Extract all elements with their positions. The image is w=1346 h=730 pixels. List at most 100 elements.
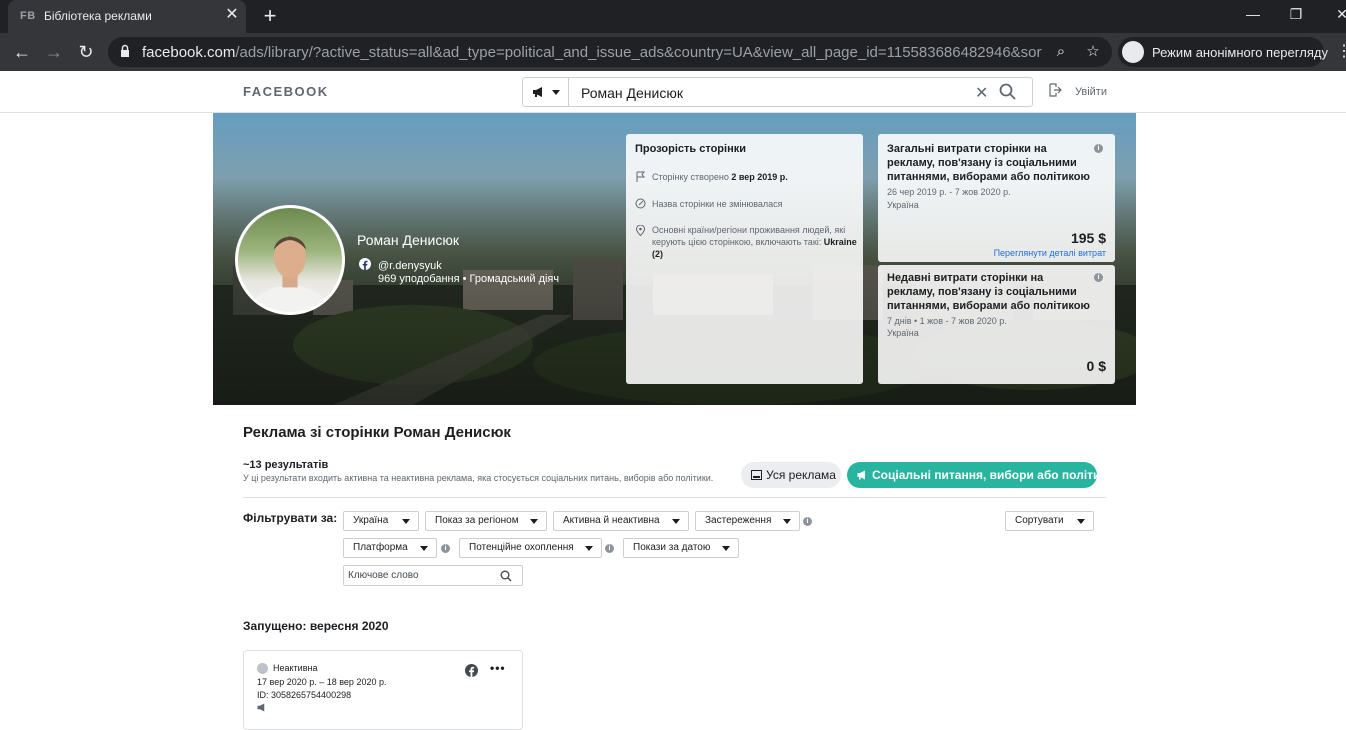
- info-icon[interactable]: i: [1094, 144, 1103, 153]
- ad-status: Неактивна: [273, 663, 318, 673]
- recent-spend-period: 7 днів • 1 жов - 7 жов 2020 р.: [887, 316, 1007, 326]
- new-tab-icon[interactable]: +: [260, 5, 280, 27]
- page-transparency-card: Прозорість сторінки Сторінку створено 2 …: [626, 134, 863, 384]
- region-dropdown[interactable]: Показ за регіоном: [425, 511, 547, 531]
- incognito-label: Режим анонімного перегляду: [1152, 45, 1328, 60]
- status-dropdown[interactable]: Активна й неактивна: [553, 511, 689, 531]
- edit-icon: [635, 198, 646, 209]
- info-icon[interactable]: i: [441, 544, 450, 553]
- name-unchanged-row: Назва сторінки не змінювалася: [652, 199, 783, 209]
- browser-menu-icon[interactable]: ⋮: [1336, 41, 1346, 61]
- keyword-input[interactable]: [348, 568, 488, 583]
- fb-header: FACEBOOK Роман Денисюк ✕ Увійти: [0, 71, 1346, 113]
- chevron-down-icon: [585, 546, 593, 551]
- disclaimer-dropdown[interactable]: Застереження: [695, 511, 800, 531]
- all-ads-filter-button[interactable]: Уся реклама: [741, 462, 841, 488]
- search-icon[interactable]: [500, 570, 512, 582]
- ad-dates: 17 вер 2020 р. – 18 вер 2020 р.: [257, 677, 387, 687]
- page-cover-banner: Роман Денисюк @r.denysyuk 969 уподобання…: [213, 113, 1136, 405]
- reload-icon[interactable]: ↻: [75, 41, 97, 63]
- chevron-down-icon: [783, 519, 791, 524]
- chevron-down-icon: [672, 519, 680, 524]
- spend-details-link[interactable]: Переглянути деталі витрат: [994, 248, 1106, 258]
- incognito-icon: [1122, 41, 1144, 63]
- divider: [243, 497, 1106, 498]
- page-name[interactable]: Роман Денисюк: [357, 232, 459, 248]
- tab-favicon: FB: [20, 10, 36, 22]
- clear-search-icon[interactable]: ✕: [975, 83, 988, 103]
- info-icon[interactable]: i: [1094, 273, 1103, 282]
- total-spend-title: Загальні витрати сторінки на рекламу, по…: [887, 143, 1090, 183]
- location-pin-icon: [635, 225, 646, 236]
- page-handle[interactable]: @r.denysyuk: [378, 260, 442, 272]
- facebook-logo[interactable]: FACEBOOK: [243, 84, 329, 99]
- browser-toolbar: ← → ↻ facebook.com/ads/library/?active_s…: [0, 33, 1346, 71]
- search-icon[interactable]: [999, 83, 1017, 101]
- facebook-icon: [359, 258, 371, 270]
- page-avatar[interactable]: [235, 205, 345, 315]
- launched-date-heading: Запущено: вересня 2020: [243, 619, 389, 633]
- recent-spend-title: Недавні витрати сторінки на рекламу, пов…: [887, 272, 1090, 312]
- total-spend-period: 26 чер 2019 р. - 7 жов 2020 р.: [887, 187, 1011, 197]
- chevron-down-icon: [1077, 519, 1085, 524]
- back-icon[interactable]: ←: [11, 41, 33, 63]
- megaphone-icon: [533, 87, 542, 97]
- megaphone-icon: [857, 470, 865, 480]
- browser-tab[interactable]: FB Бібліотека реклами ✕: [8, 0, 246, 33]
- recent-spend-card: Недавні витрати сторінки на рекламу, пов…: [878, 265, 1115, 384]
- search-input[interactable]: Роман Денисюк: [581, 85, 683, 101]
- section-title: Реклама зі сторінки Роман Денисюк: [243, 424, 511, 441]
- info-icon[interactable]: i: [605, 544, 614, 553]
- incognito-indicator[interactable]: Режим анонімного перегляду: [1118, 37, 1328, 67]
- sort-dropdown[interactable]: Сортувати: [1005, 511, 1094, 531]
- page-likes-category: 969 уподобання • Громадський діяч: [378, 273, 560, 285]
- login-link[interactable]: Увійти: [1075, 86, 1107, 98]
- zoom-icon[interactable]: ⌕: [1052, 43, 1070, 61]
- forward-icon[interactable]: →: [43, 41, 65, 63]
- reach-dropdown[interactable]: Потенційне охоплення: [459, 538, 602, 558]
- url-text: facebook.com/ads/library/?active_status=…: [142, 44, 1042, 61]
- filter-label: Фільтрувати за:: [243, 511, 338, 525]
- chevron-down-icon: [722, 546, 730, 551]
- impressions-dropdown[interactable]: Покази за датою: [623, 538, 739, 558]
- tab-title: Бібліотека реклами: [44, 9, 152, 23]
- ad-icon: [751, 470, 762, 480]
- info-icon[interactable]: i: [803, 517, 812, 526]
- more-options-icon[interactable]: •••: [490, 661, 506, 675]
- bookmark-star-icon[interactable]: ☆: [1084, 43, 1102, 61]
- keyword-search[interactable]: [343, 565, 523, 586]
- transparency-title: Прозорість сторінки: [635, 143, 746, 155]
- ad-search-bar[interactable]: Роман Денисюк ✕: [522, 77, 1033, 107]
- total-spend-card: Загальні витрати сторінки на рекламу, по…: [878, 134, 1115, 262]
- countries-row: Основні країни/регіони проживання людей,…: [652, 225, 857, 259]
- total-spend-region: Україна: [887, 200, 919, 210]
- megaphone-icon: [257, 703, 265, 712]
- flag-icon: [636, 171, 646, 182]
- lock-icon: [121, 44, 129, 57]
- page-created-row: Сторінку створено 2 вер 2019 р.: [652, 172, 788, 182]
- ad-category-dropdown[interactable]: [523, 78, 569, 106]
- person-photo: [250, 236, 330, 312]
- political-ads-filter-button[interactable]: Соціальні питання, вибори або політика: [847, 462, 1113, 488]
- chevron-down-icon: [402, 519, 410, 524]
- country-dropdown[interactable]: Україна: [343, 511, 419, 531]
- chevron-down-icon: [552, 90, 560, 95]
- facebook-icon: [465, 664, 478, 677]
- inactive-status-icon: [257, 663, 268, 674]
- recent-spend-amount: 0 $: [1086, 358, 1106, 374]
- chevron-down-icon: [420, 546, 428, 551]
- window-close-icon[interactable]: ✕: [1332, 6, 1346, 23]
- recent-spend-region: Україна: [887, 328, 919, 338]
- platform-dropdown[interactable]: Платформа: [343, 538, 437, 558]
- chevron-down-icon: [530, 519, 538, 524]
- address-bar[interactable]: facebook.com/ads/library/?active_status=…: [108, 37, 1112, 67]
- tab-close-icon[interactable]: ✕: [224, 7, 240, 23]
- restore-icon[interactable]: ❐: [1286, 6, 1306, 23]
- minimize-icon[interactable]: —: [1243, 6, 1263, 22]
- results-count: ~13 результатів: [243, 459, 329, 471]
- login-icon[interactable]: [1048, 83, 1062, 97]
- results-description: У ці результати входить активна та неакт…: [243, 473, 714, 483]
- ad-id: ID: 3058265754400298: [257, 690, 352, 700]
- ad-card[interactable]: Неактивна 17 вер 2020 р. – 18 вер 2020 р…: [243, 650, 523, 730]
- browser-tab-bar: FB Бібліотека реклами ✕ + — ❐ ✕: [0, 0, 1346, 33]
